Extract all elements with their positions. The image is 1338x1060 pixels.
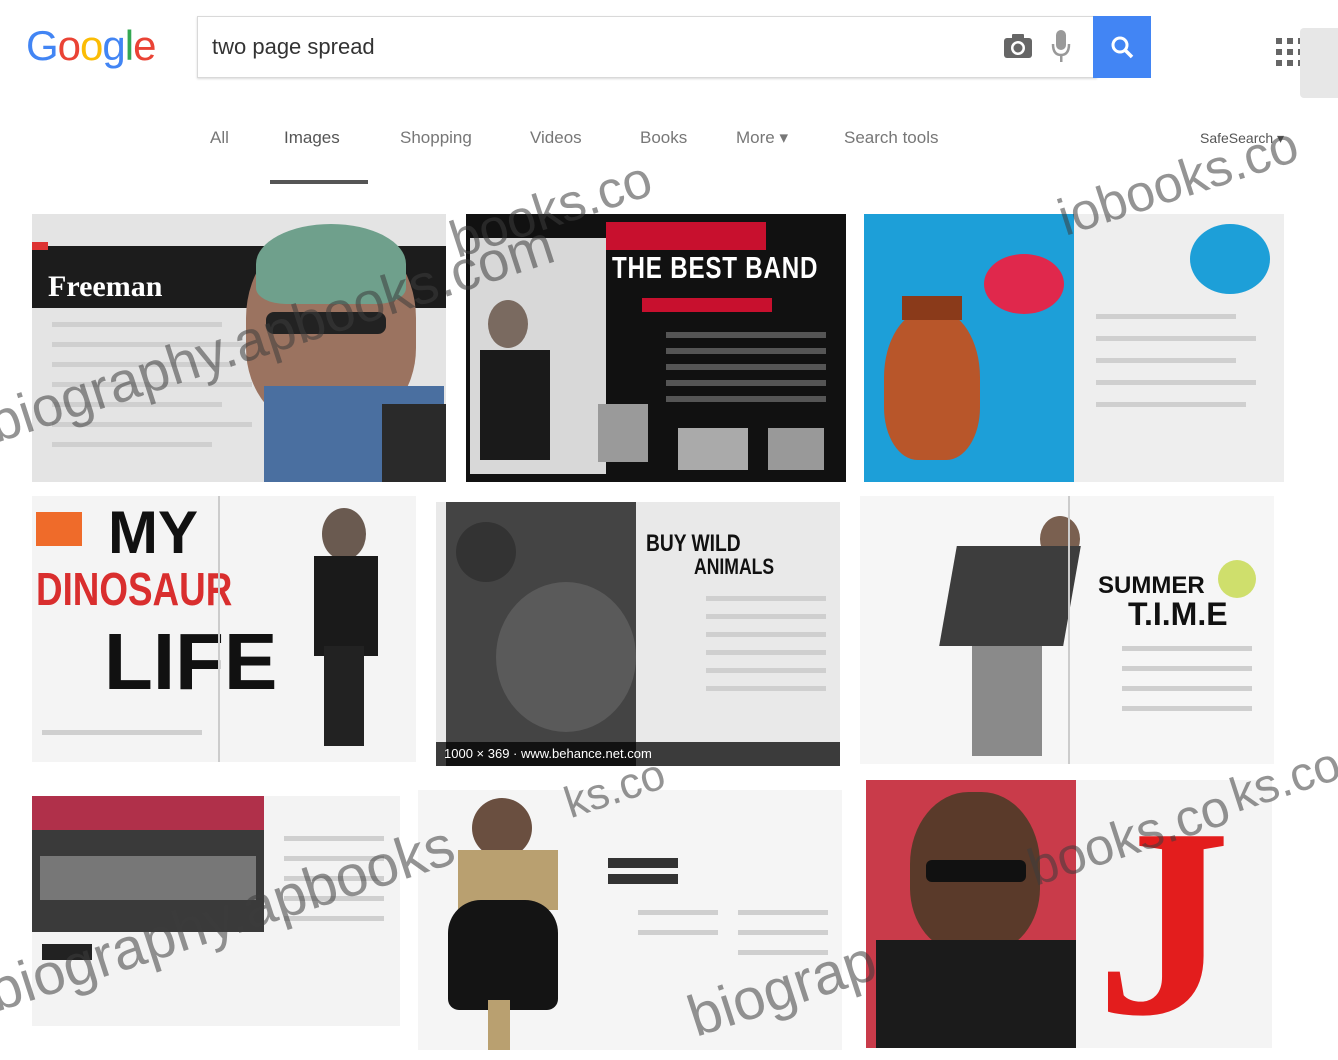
google-logo[interactable]: Google xyxy=(26,22,156,70)
logo-letter: e xyxy=(133,22,156,69)
logo-letter: G xyxy=(26,22,59,69)
result-image-best-band[interactable]: THE BEST BAND xyxy=(466,214,846,482)
tab-images[interactable]: Images xyxy=(284,128,340,148)
result-image-summer-time[interactable]: SUMMER T.I.M.E xyxy=(860,496,1274,764)
tab-more[interactable]: More ▾ xyxy=(736,128,788,148)
tab-all[interactable]: All xyxy=(210,128,229,148)
result-title: Freeman xyxy=(48,270,163,303)
microphone-icon[interactable] xyxy=(1050,28,1072,64)
search-button[interactable] xyxy=(1093,16,1151,78)
tab-search-tools[interactable]: Search tools xyxy=(844,128,939,148)
result-title: J xyxy=(1096,780,1231,1048)
safesearch-menu[interactable]: SafeSearch ▾ xyxy=(1200,130,1284,147)
vase-shape xyxy=(884,310,980,460)
logo-letter: l xyxy=(124,22,134,69)
account-edge[interactable] xyxy=(1300,28,1338,98)
logo-letter: o xyxy=(80,22,103,69)
logo-letter: g xyxy=(102,22,125,69)
result-image-wild-animals[interactable]: BUY WILD ANIMALS xyxy=(436,502,840,766)
tab-books[interactable]: Books xyxy=(640,128,687,148)
search-input[interactable] xyxy=(212,29,972,65)
result-image-dinosaur[interactable]: MY DINOSAUR LIFE xyxy=(32,496,416,762)
result-title: THE BEST BAND xyxy=(612,250,819,285)
image-dimensions-caption: 1000 × 369 · www.behance.net.com xyxy=(436,742,840,766)
result-image-woman[interactable] xyxy=(418,790,842,1050)
result-title: MY xyxy=(108,499,198,566)
result-title: T.I.M.E xyxy=(1128,596,1228,632)
result-image-vase[interactable] xyxy=(864,214,1284,482)
magnifier-icon xyxy=(1111,36,1134,59)
camera-icon[interactable] xyxy=(1002,30,1034,62)
result-title: ANIMALS xyxy=(694,554,775,579)
active-tab-indicator xyxy=(270,180,368,184)
tab-shopping[interactable]: Shopping xyxy=(400,128,472,148)
tab-videos[interactable]: Videos xyxy=(530,128,582,148)
search-box xyxy=(197,16,1097,78)
result-title: DINOSAUR xyxy=(36,563,233,615)
result-title: LIFE xyxy=(104,617,278,706)
result-image-freeman[interactable]: Freeman xyxy=(32,214,446,482)
result-image-letter-j[interactable]: J xyxy=(866,780,1272,1048)
photo-woman xyxy=(472,798,532,858)
photo-person xyxy=(322,508,366,560)
logo-letter: o xyxy=(57,22,81,69)
result-image-group[interactable] xyxy=(32,796,400,1026)
